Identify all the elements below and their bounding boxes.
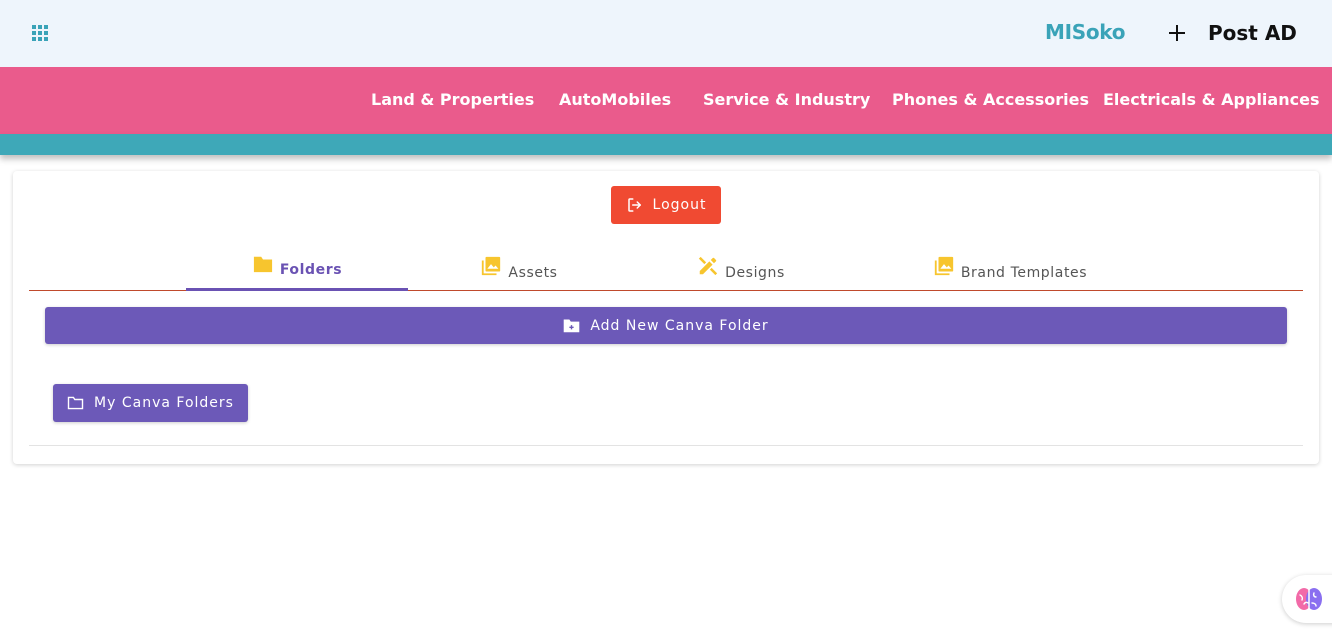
- logout-label: Logout: [652, 197, 707, 213]
- folder-plus-icon: [564, 319, 580, 333]
- nav-item-electricals-appliances[interactable]: Electricals & Appliances: [1103, 90, 1319, 109]
- add-new-canva-folder-label: Add New Canva Folder: [590, 317, 769, 334]
- nav-item-service-industry[interactable]: Service & Industry: [703, 90, 870, 109]
- plus-icon: [1168, 24, 1186, 42]
- design-tools-icon: [698, 256, 718, 276]
- tab-brand-templates[interactable]: Brand Templates: [852, 247, 1168, 291]
- nav-item-phones-accessories[interactable]: Phones & Accessories: [892, 90, 1089, 109]
- post-ad-label: Post AD: [1208, 21, 1297, 45]
- brain-icon: [1296, 588, 1322, 610]
- my-canva-folders-label: My Canva Folders: [94, 395, 234, 411]
- tab-brand-templates-label: Brand Templates: [960, 265, 1088, 281]
- image-stack-icon: [934, 256, 953, 276]
- card-divider: [29, 445, 1303, 446]
- tab-designs[interactable]: Designs: [630, 247, 852, 291]
- tab-folders[interactable]: Folders: [186, 247, 408, 291]
- canva-card: Logout Folders Assets Designs Brand Temp…: [13, 171, 1319, 464]
- tab-designs-label: Designs: [725, 265, 785, 281]
- assistant-widget[interactable]: [1282, 575, 1332, 623]
- logout-button[interactable]: Logout: [611, 186, 721, 224]
- post-ad-button[interactable]: Post AD: [1168, 17, 1297, 49]
- canva-tabs: Folders Assets Designs Brand Templates: [29, 247, 1303, 291]
- logout-icon: [627, 198, 641, 212]
- folder-outline-icon: [67, 396, 84, 410]
- tab-assets[interactable]: Assets: [408, 247, 630, 291]
- nav-item-land-properties[interactable]: Land & Properties: [371, 90, 534, 109]
- tab-folders-label: Folders: [279, 262, 343, 278]
- accent-bar: [0, 134, 1332, 155]
- brand-logo[interactable]: MISoko: [1045, 20, 1126, 44]
- category-nav: Land & Properties AutoMobiles Service & …: [0, 67, 1332, 134]
- tab-assets-label: Assets: [508, 265, 558, 281]
- top-bar: MISoko Post AD: [0, 0, 1332, 67]
- my-canva-folders-button[interactable]: My Canva Folders: [53, 384, 248, 422]
- apps-grid-icon[interactable]: [32, 25, 50, 43]
- image-stack-icon: [482, 256, 501, 276]
- nav-item-automobiles[interactable]: AutoMobiles: [559, 90, 671, 109]
- folder-icon: [253, 256, 272, 273]
- add-new-canva-folder-button[interactable]: Add New Canva Folder: [45, 307, 1287, 344]
